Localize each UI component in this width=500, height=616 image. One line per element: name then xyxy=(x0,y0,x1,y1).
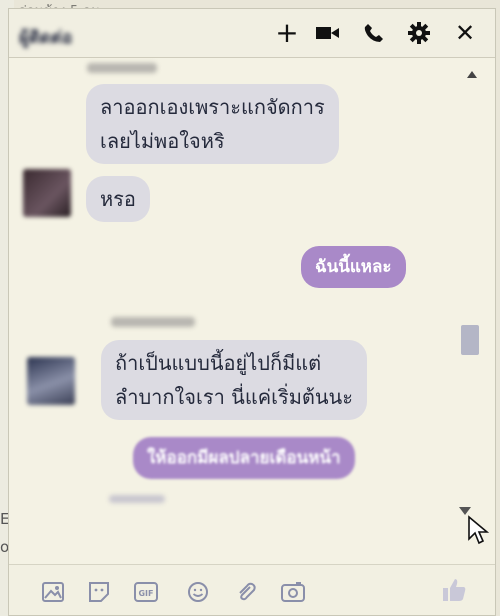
seen-status xyxy=(109,495,165,503)
message-text: ถ้าเป็นแบบนี้อยู่ไปก็มีแต่ xyxy=(115,351,322,375)
mouse-cursor-icon xyxy=(468,515,489,545)
incoming-message-bubble[interactable]: ลาออกเองเพราะแกจัดการ เลยไม่พอใจหริ xyxy=(86,84,339,164)
scroll-down-arrow[interactable] xyxy=(459,507,471,515)
message-text: เลยไม่พอใจหริ xyxy=(100,129,225,153)
gif-button[interactable]: GIF xyxy=(134,581,158,603)
gif-icon: GIF xyxy=(134,582,158,602)
contact-avatar[interactable] xyxy=(23,169,71,217)
sticker-button[interactable] xyxy=(87,581,111,603)
scrollbar-thumb[interactable] xyxy=(461,325,479,355)
message-text: ลาออกเองเพราะแกจัดการ xyxy=(100,95,325,119)
camera-button[interactable] xyxy=(281,581,305,603)
message-text: ฉันนี้แหละ xyxy=(315,257,392,277)
phone-icon xyxy=(364,24,383,42)
voice-call-button[interactable] xyxy=(359,19,389,47)
camera-icon xyxy=(281,582,305,602)
emoji-icon xyxy=(188,582,208,602)
message-composer: GIF xyxy=(9,564,495,615)
chat-window: ผู้ติดต่อ + ✕ ลาออกเองเพราะแกจัดการ เลยไ… xyxy=(8,8,496,616)
add-person-button[interactable]: + xyxy=(272,19,302,47)
settings-button[interactable] xyxy=(404,19,434,47)
close-icon: ✕ xyxy=(454,19,476,47)
like-button[interactable] xyxy=(439,575,469,605)
message-text: ให้ออกมีผลปลายเดือนหน้า xyxy=(147,448,341,468)
sender-name xyxy=(111,317,195,327)
plus-icon: + xyxy=(275,16,299,49)
message-text: ลำบากใจเรา นี่แค่เริ่มต้นนะ xyxy=(115,385,353,409)
gear-icon xyxy=(408,22,430,44)
svg-text:GIF: GIF xyxy=(138,589,153,598)
sender-name xyxy=(87,63,157,73)
attach-file-button[interactable] xyxy=(234,581,258,603)
paperclip-icon xyxy=(239,582,256,601)
close-button[interactable]: ✕ xyxy=(450,19,480,47)
incoming-message-bubble[interactable]: ถ้าเป็นแบบนี้อยู่ไปก็มีแต่ ลำบากใจเรา นี… xyxy=(101,340,367,420)
contact-avatar[interactable] xyxy=(27,357,75,405)
scroll-up-arrow[interactable] xyxy=(467,71,477,78)
message-text: หรอ xyxy=(100,187,136,211)
sticker-icon xyxy=(89,582,109,602)
chat-titlebar: ผู้ติดต่อ + ✕ xyxy=(9,9,495,58)
emoji-button[interactable] xyxy=(186,581,210,603)
photo-icon xyxy=(42,582,64,602)
contact-name[interactable]: ผู้ติดต่อ xyxy=(19,24,72,51)
photo-button[interactable] xyxy=(41,581,65,603)
outgoing-message-bubble[interactable]: ให้ออกมีผลปลายเดือนหน้า xyxy=(133,437,355,479)
video-call-button[interactable] xyxy=(313,19,343,47)
video-camera-icon xyxy=(316,27,339,39)
thumbs-up-icon xyxy=(443,579,466,601)
outgoing-message-bubble[interactable]: ฉันนี้แหละ xyxy=(301,246,406,288)
incoming-message-bubble[interactable]: หรอ xyxy=(86,176,150,222)
